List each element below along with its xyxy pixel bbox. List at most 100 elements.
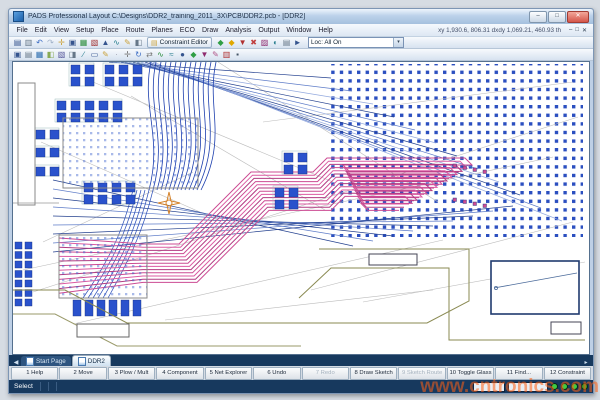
edit-toolbar: ▣▤▦◧▧◨∕▭✎·✛↻⇄∿≈●◆▼✎▥▪ [9,49,593,61]
constraint-editor-icon: ▤ [151,39,158,47]
edit-icon[interactable]: ✎ [122,38,133,48]
cut-icon[interactable]: ◧ [45,50,56,60]
label-rect-1 [551,322,581,334]
pan-icon[interactable]: ✛ [56,38,67,48]
back-annotate-icon[interactable]: ◆ [226,38,237,48]
constraint-editor-label: Constraint Editor [160,39,208,46]
fnkey-8-draw-sketch[interactable]: 8 Draw Sketch [350,367,397,380]
netlist-icon[interactable]: ▨ [259,38,270,48]
layer-view-icon[interactable]: ▧ [89,38,100,48]
place-mode-icon[interactable]: ▲ [100,38,111,48]
tab-scroll-left-icon[interactable]: ◀ [12,359,20,366]
maximize-button[interactable]: □ [548,11,566,23]
zoom-fit-icon[interactable]: ▣ [67,38,78,48]
status-mode: Select [14,383,33,390]
mirror-icon[interactable]: ⇄ [144,50,155,60]
menu-setup[interactable]: Setup [72,27,97,34]
fnkey-11-find-[interactable]: 11 Find... [495,367,542,380]
mdi-close-button[interactable]: ✕ [582,27,587,34]
fnkey-3-plow-mult[interactable]: 3 Plow / Mult [108,367,155,380]
duplicate-icon[interactable]: ▧ [56,50,67,60]
title-bar[interactable]: PADS Professional Layout C:\Designs\DDR2… [9,9,593,24]
menu-planes[interactable]: Planes [148,27,176,34]
menu-place[interactable]: Place [98,27,123,34]
fnkey-9-sketch-route: 9 Sketch Route [398,367,445,380]
align-icon[interactable]: ◨ [67,50,78,60]
drc-window-icon[interactable]: ▥ [221,50,232,60]
hazards-icon[interactable]: ✖ [248,38,259,48]
function-key-bar: 1 Help2 Move3 Plow / Mult4 Component5 Ne… [9,366,593,380]
close-button[interactable]: ✕ [567,11,589,23]
menu-analysis[interactable]: Analysis [222,27,255,34]
plow-route-icon[interactable]: ∿ [155,50,166,60]
mdi-minimize-button[interactable]: ‒ [569,27,572,34]
fnkey-10-toggle-glass[interactable]: 10 Toggle Glass [447,367,494,380]
label-rect-2 [369,254,417,265]
undo-icon[interactable]: ↶ [34,38,45,48]
app-window: PADS Professional Layout C:\Designs\DDR2… [8,8,594,394]
menu-eco[interactable]: ECO [176,27,198,34]
select-icon[interactable]: ▣ [12,50,23,60]
mdi-restore-button[interactable]: □ [575,27,579,34]
fnkey-12-constraint[interactable]: 12 Constraint [544,367,591,380]
status-led-1 [551,383,558,390]
redo-icon[interactable]: ↷ [45,38,56,48]
draw-line-icon[interactable]: ∕ [78,50,89,60]
report-icon[interactable]: ▤ [281,38,292,48]
tab-start-page[interactable]: Start Page [21,356,71,366]
menu-bar: FileEditViewSetupPlaceRoutePlanesECODraw… [9,24,593,37]
menu-help[interactable]: Help [315,27,336,34]
save-icon[interactable]: ▤ [12,38,23,48]
tune-route-icon[interactable]: ≈ [166,50,177,60]
detail-view-rect [491,261,579,314]
main-toolbar: ▤▥↶↷✛▣▦▧▲∿✎◧ ▤ Constraint Editor ◆◆▼✖▨◐▤… [9,37,593,49]
forward-annotate-icon[interactable]: ◆ [215,38,226,48]
mdi-window-controls: ‒ □ ✕ [569,27,587,34]
selector-icon[interactable]: ► [292,38,303,48]
chevron-down-icon[interactable]: ▾ [393,38,403,47]
menu-draw[interactable]: Draw [198,27,221,34]
layer-visibility-dropdown[interactable]: Loc: All On ▾ [308,37,404,48]
minimize-button[interactable]: ‒ [529,11,547,23]
draw-rect-icon[interactable]: ▭ [89,50,100,60]
print-icon[interactable]: ▥ [23,38,34,48]
coordinate-readout: xy 1,930.6, 806.31 dxdy 1,069.21, 460.93… [438,27,561,34]
display-options-icon[interactable]: ◧ [133,38,144,48]
fnkey-5-net-explorer[interactable]: 5 Net Explorer [205,367,252,380]
sketch-route-icon[interactable]: ✎ [210,50,221,60]
drc-icon[interactable]: ▼ [237,38,248,48]
menu-output[interactable]: Output [255,27,283,34]
fnkey-6-undo[interactable]: 6 Undo [253,367,300,380]
fnkey-2-move[interactable]: 2 Move [59,367,106,380]
tab-scroll-right-icon[interactable]: ▸ [582,359,590,366]
menu-window[interactable]: Window [283,27,315,34]
end-icon[interactable]: ▪ [232,50,243,60]
glass-icon[interactable]: ◐ [270,38,281,48]
board-view-icon[interactable]: ▦ [78,38,89,48]
menu-file[interactable]: File [13,27,31,34]
route-mode-icon[interactable]: ∿ [111,38,122,48]
rotate-icon[interactable]: ↻ [133,50,144,60]
menu-route[interactable]: Route [122,27,148,34]
grid-readout-box[interactable] [473,382,505,392]
units-readout-box[interactable] [508,382,548,392]
pcb-canvas[interactable] [12,61,590,355]
paste-icon[interactable]: ▦ [34,50,45,60]
ic-outline-bottom [59,235,147,298]
fnkey-1-help[interactable]: 1 Help [11,367,58,380]
constraint-editor-button[interactable]: ▤ Constraint Editor [147,37,212,48]
document-tab-bar: ◀Start PageDDR2 ▸ [9,355,593,366]
add-text-icon[interactable]: ✎ [100,50,111,60]
add-via-icon[interactable]: ● [177,50,188,60]
menu-view[interactable]: View [50,27,72,34]
app-icon [13,11,24,22]
fnkey-4-component[interactable]: 4 Component [156,367,203,380]
menu-edit[interactable]: Edit [31,27,50,34]
fanout-icon[interactable]: ▼ [199,50,210,60]
tab-ddr2[interactable]: DDR2 [72,355,111,366]
move-icon[interactable]: ✛ [122,50,133,60]
status-led-4 [581,383,588,390]
copy-icon[interactable]: ▤ [23,50,34,60]
highlight-net-icon[interactable]: ◆ [188,50,199,60]
separator-dot[interactable]: · [111,50,122,60]
